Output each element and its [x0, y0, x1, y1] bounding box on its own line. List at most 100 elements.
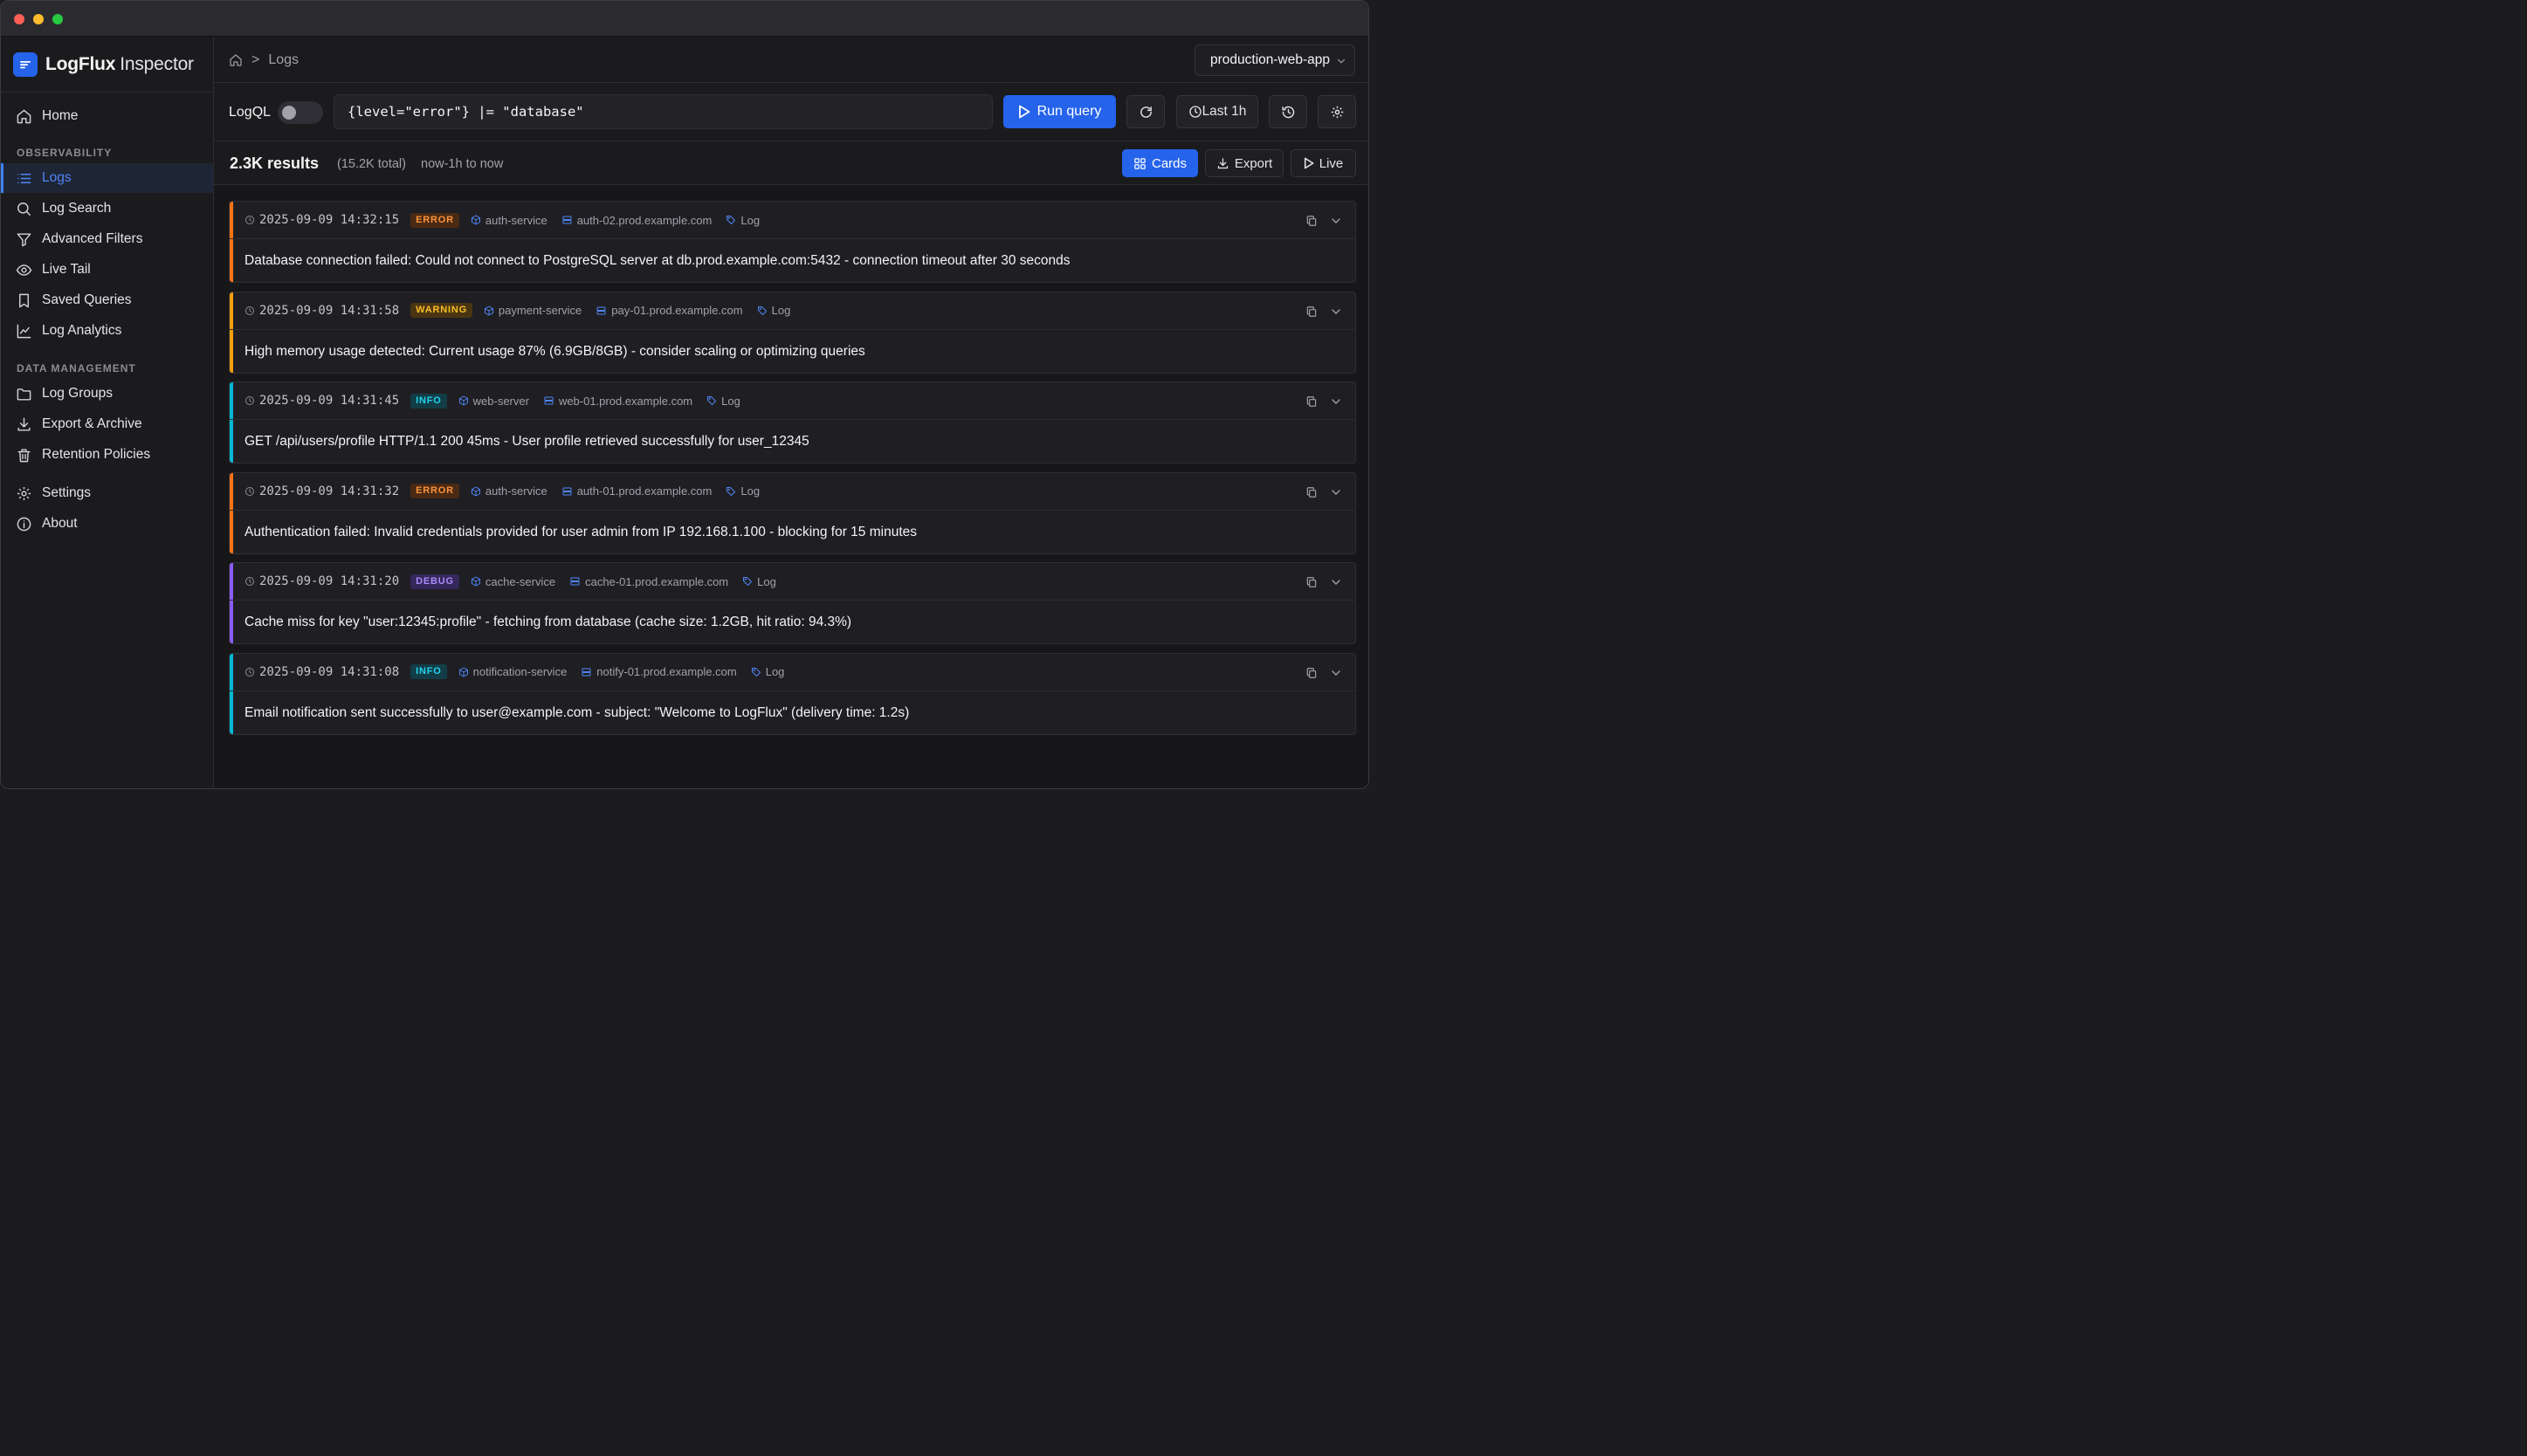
log-host[interactable]: pay-01.prod.example.com — [596, 304, 743, 317]
log-host[interactable]: auth-01.prod.example.com — [561, 484, 712, 498]
copy-log-button[interactable] — [1303, 303, 1320, 320]
log-card-actions — [1303, 484, 1345, 501]
log-tag[interactable]: Log — [726, 484, 760, 498]
sidebar-item-export-archive[interactable]: Export & Archive — [1, 409, 213, 439]
sidebar-item-label: About — [42, 516, 78, 531]
results-total: (15.2K total) — [337, 157, 406, 171]
run-query-button[interactable]: Run query — [1003, 95, 1116, 128]
log-card-header: 2025-09-09 14:31:58 WARNING payment-servic… — [230, 292, 1355, 330]
close-window-button[interactable] — [14, 14, 24, 24]
log-service[interactable]: auth-service — [471, 484, 547, 498]
history-button[interactable] — [1269, 95, 1307, 128]
log-service[interactable]: cache-service — [471, 575, 555, 588]
log-service[interactable]: notification-service — [458, 665, 567, 678]
zoom-window-button[interactable] — [52, 14, 63, 24]
refresh-button[interactable] — [1126, 95, 1165, 128]
package-icon — [484, 306, 493, 315]
log-card[interactable]: 2025-09-09 14:31:58 WARNING payment-servic… — [229, 291, 1356, 374]
log-card[interactable]: 2025-09-09 14:31:45 INFO web-server web-01.… — [229, 381, 1356, 464]
sidebar-item-label: Logs — [42, 170, 72, 185]
log-timestamp-text: 2025-09-09 14:31:20 — [259, 574, 400, 588]
log-tag[interactable]: Log — [706, 395, 740, 408]
log-tag[interactable]: Log — [757, 304, 790, 317]
download-icon — [17, 417, 31, 431]
log-host[interactable]: notify-01.prod.example.com — [581, 665, 737, 678]
log-card[interactable]: 2025-09-09 14:31:32 ERROR auth-service auth… — [229, 471, 1356, 554]
server-icon — [596, 306, 606, 314]
results-range: now-1h to now — [421, 157, 504, 171]
sidebar-item-retention-policies[interactable]: Retention Policies — [1, 440, 213, 470]
expand-log-button[interactable] — [1327, 393, 1345, 410]
log-card[interactable]: 2025-09-09 14:32:15 ERROR auth-service auth… — [229, 201, 1356, 283]
log-timestamp-text: 2025-09-09 14:31:45 — [259, 394, 400, 408]
tag-icon — [726, 486, 736, 496]
log-tag-text: Log — [757, 574, 776, 588]
expand-log-button[interactable] — [1327, 664, 1345, 682]
copy-log-button[interactable] — [1303, 573, 1320, 591]
log-card[interactable]: 2025-09-09 14:31:20 DEBUG cache-service cac… — [229, 562, 1356, 644]
log-card-header: 2025-09-09 14:31:08 INFO notification-serv… — [230, 654, 1355, 691]
sidebar-item-log-analytics[interactable]: Log Analytics — [1, 316, 213, 346]
cards-view-button[interactable]: Cards — [1122, 149, 1198, 177]
grid-icon — [1134, 157, 1146, 169]
trash-icon — [17, 448, 31, 462]
log-service[interactable]: payment-service — [484, 304, 582, 317]
level-badge: INFO — [410, 664, 447, 679]
sidebar-item-label: Live Tail — [42, 262, 91, 277]
log-tag[interactable]: Log — [751, 665, 784, 678]
copy-log-button[interactable] — [1303, 484, 1320, 501]
sidebar-item-log-groups[interactable]: Log Groups — [1, 379, 213, 409]
sidebar-item-saved-queries[interactable]: Saved Queries — [1, 285, 213, 315]
breadcrumb-current: Logs — [268, 52, 300, 67]
log-timestamp: 2025-09-09 14:31:32 — [244, 484, 399, 498]
log-host-text: web-01.prod.example.com — [558, 394, 693, 408]
copy-log-button[interactable] — [1303, 664, 1320, 682]
expand-log-button[interactable] — [1327, 303, 1345, 320]
log-host[interactable]: cache-01.prod.example.com — [569, 575, 728, 588]
logql-label: LogQL — [229, 105, 272, 120]
sidebar-item-about[interactable]: About — [1, 509, 213, 539]
copy-icon — [1306, 667, 1317, 678]
query-input[interactable] — [334, 94, 993, 129]
time-range-button[interactable]: Last 1h — [1176, 95, 1258, 128]
log-host-text: notify-01.prod.example.com — [596, 665, 737, 678]
copy-log-button[interactable] — [1303, 212, 1320, 230]
sidebar-item-log-search[interactable]: Log Search — [1, 194, 213, 223]
server-icon — [562, 487, 572, 495]
clock-icon — [245, 216, 254, 224]
bookmark-icon — [19, 293, 29, 307]
sidebar-item-logs[interactable]: Logs — [1, 163, 213, 193]
home-icon[interactable] — [229, 53, 243, 67]
export-button[interactable]: Export — [1205, 149, 1284, 177]
sidebar-item-live-tail[interactable]: Live Tail — [1, 255, 213, 285]
expand-log-button[interactable] — [1327, 212, 1345, 230]
log-service[interactable]: auth-service — [471, 214, 547, 227]
gear-icon — [1331, 106, 1343, 118]
log-tag[interactable]: Log — [742, 575, 776, 588]
minimize-window-button[interactable] — [33, 14, 44, 24]
play-icon — [1018, 105, 1029, 119]
sidebar-item-advanced-filters[interactable]: Advanced Filters — [1, 224, 213, 254]
expand-log-button[interactable] — [1327, 573, 1345, 591]
log-card[interactable]: 2025-09-09 14:31:08 INFO notification-serv… — [229, 652, 1356, 735]
expand-log-button[interactable] — [1327, 484, 1345, 501]
clock-icon — [245, 667, 254, 676]
section-observability: OBSERVABILITY — [17, 147, 113, 159]
log-service[interactable]: web-server — [458, 395, 529, 408]
logql-toggle[interactable] — [278, 101, 323, 124]
tag-icon — [726, 216, 736, 224]
sidebar-item-home[interactable]: Home — [1, 101, 213, 131]
log-host[interactable]: auth-02.prod.example.com — [561, 214, 712, 227]
clock-icon — [245, 577, 254, 586]
log-host[interactable]: web-01.prod.example.com — [543, 395, 692, 408]
sidebar-item-settings[interactable]: Settings — [1, 478, 213, 508]
copy-log-button[interactable] — [1303, 393, 1320, 410]
log-tag[interactable]: Log — [726, 214, 760, 227]
log-message: Cache miss for key "user:12345:profile" … — [244, 615, 852, 629]
level-badge: WARNING — [410, 303, 472, 318]
query-settings-button[interactable] — [1318, 95, 1356, 128]
environment-select[interactable]: production-web-app — [1195, 45, 1355, 76]
log-card-header: 2025-09-09 14:32:15 ERROR auth-service auth… — [230, 202, 1355, 239]
log-message: GET /api/users/profile HTTP/1.1 200 45ms… — [244, 434, 809, 449]
live-button[interactable]: Live — [1291, 149, 1356, 177]
